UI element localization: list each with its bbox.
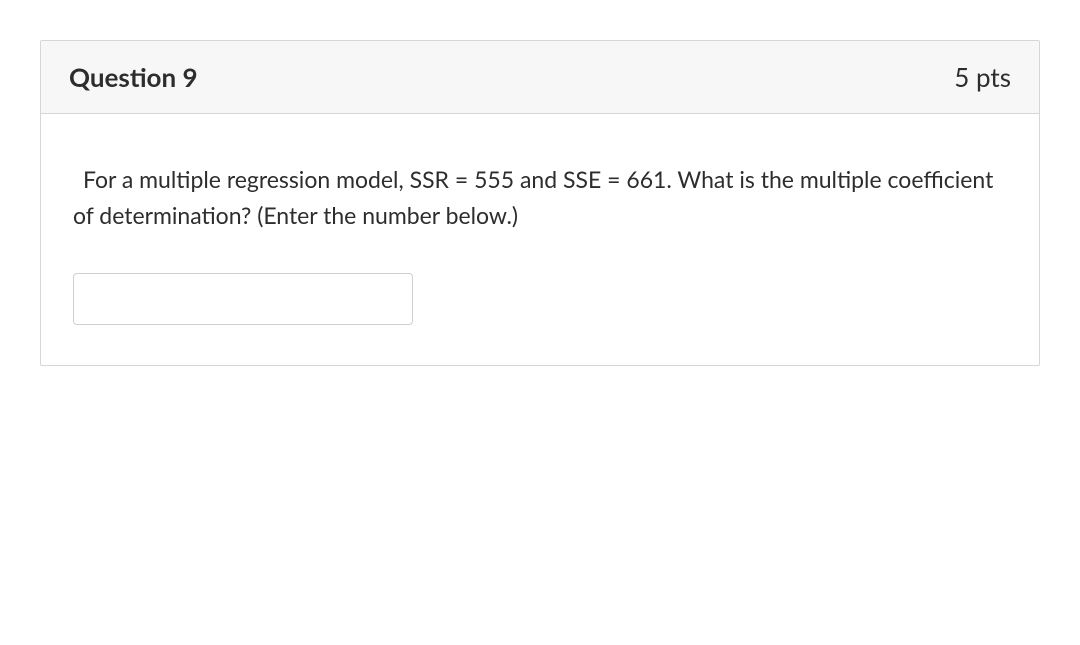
question-title: Question 9 (69, 61, 198, 93)
question-points: 5 pts (954, 61, 1011, 93)
question-header: Question 9 5 pts (41, 41, 1039, 114)
question-body: For a multiple regression model, SSR = 5… (41, 114, 1039, 365)
answer-input[interactable] (73, 273, 413, 325)
question-card: Question 9 5 pts For a multiple regressi… (40, 40, 1040, 366)
question-prompt: For a multiple regression model, SSR = 5… (73, 162, 1007, 233)
